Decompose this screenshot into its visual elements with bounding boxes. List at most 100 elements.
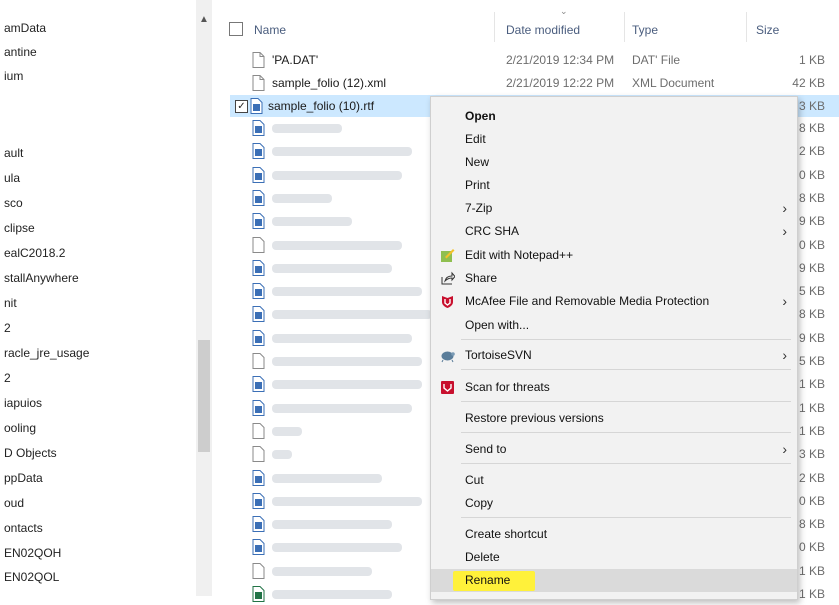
- sort-chevron-icon: ⌄: [560, 6, 568, 16]
- file-size: 0 KB: [798, 237, 825, 252]
- redacted-file-name: [272, 287, 422, 297]
- file-icon: [252, 329, 265, 346]
- file-size: 8 KB: [798, 517, 825, 532]
- redacted-file-name: [272, 170, 402, 180]
- menu-item-copy[interactable]: Copy: [431, 492, 797, 515]
- rtf-file-icon: [250, 98, 263, 114]
- menu-item-crc-sha[interactable]: CRC SHA ›: [431, 220, 797, 243]
- column-header-type[interactable]: Type: [632, 20, 658, 40]
- file-icon: [252, 259, 265, 276]
- menu-item-send-to[interactable]: Send to ›: [431, 438, 797, 461]
- nav-item[interactable]: ppData: [4, 468, 43, 488]
- menu-item-open[interactable]: Open: [431, 105, 797, 128]
- nav-item[interactable]: EN02QOL: [4, 567, 59, 587]
- menu-item-cut[interactable]: Cut: [431, 469, 797, 492]
- nav-item[interactable]: iapuios: [4, 393, 42, 413]
- menu-item-edit-notepad[interactable]: Edit with Notepad++: [431, 244, 797, 267]
- redacted-file-name: [272, 217, 352, 227]
- scrollbar-thumb[interactable]: [198, 340, 210, 452]
- nav-item[interactable]: sco: [4, 193, 23, 213]
- nav-item[interactable]: ontacts: [4, 518, 43, 538]
- column-header-row: ⌄ Name Date modified Type Size: [212, 0, 839, 42]
- file-type: XML Document: [632, 76, 715, 90]
- redacted-file-name: [272, 310, 432, 320]
- nav-item[interactable]: nit: [4, 293, 17, 313]
- file-row[interactable]: 'PA.DAT' 2/21/2019 12:34 PM DAT' File 1 …: [212, 49, 839, 71]
- file-size: 9 KB: [798, 214, 825, 229]
- file-size: 8 KB: [798, 307, 825, 322]
- submenu-arrow-icon: ›: [782, 223, 787, 239]
- file-size: 0 KB: [798, 493, 825, 508]
- column-divider[interactable]: [624, 12, 625, 42]
- row-checkbox[interactable]: ✓: [235, 100, 248, 113]
- column-header-date[interactable]: Date modified: [506, 20, 580, 40]
- menu-item-scan-threats[interactable]: Scan for threats: [431, 376, 797, 399]
- nav-item[interactable]: ooling: [4, 418, 36, 438]
- file-icon: [252, 166, 265, 183]
- menu-item-share[interactable]: Share: [431, 267, 797, 290]
- file-size: 1 KB: [798, 563, 825, 578]
- nav-item[interactable]: oud: [4, 493, 24, 513]
- menu-item-delete[interactable]: Delete: [431, 546, 797, 569]
- file-size: 1 KB: [798, 53, 825, 67]
- file-icon: [252, 516, 265, 533]
- column-header-name[interactable]: Name: [254, 20, 286, 40]
- menu-item-rename[interactable]: Rename: [431, 569, 797, 592]
- nav-item[interactable]: ula: [4, 168, 20, 188]
- file-icon: [252, 562, 265, 579]
- file-icon: [252, 469, 265, 486]
- file-icon: [252, 539, 265, 556]
- menu-item-7zip[interactable]: 7-Zip ›: [431, 197, 797, 220]
- file-size: 2 KB: [798, 470, 825, 485]
- nav-item[interactable]: ealC2018.2: [4, 243, 65, 263]
- redacted-file-name: [272, 193, 332, 203]
- menu-item-open-with[interactable]: Open with...: [431, 314, 797, 337]
- file-icon: [252, 143, 265, 160]
- redacted-file-name: [272, 333, 412, 343]
- menu-item-restore-versions[interactable]: Restore previous versions: [431, 407, 797, 430]
- file-icon: [252, 236, 265, 253]
- file-icon: [252, 399, 265, 416]
- menu-item-print[interactable]: Print: [431, 174, 797, 197]
- nav-item[interactable]: 2: [4, 368, 11, 388]
- column-header-size[interactable]: Size: [756, 20, 779, 40]
- nav-item[interactable]: clipse: [4, 218, 35, 238]
- nav-item[interactable]: stallAnywhere: [4, 268, 79, 288]
- redacted-file-name: [272, 520, 392, 530]
- redacted-file-name: [272, 147, 412, 157]
- file-row[interactable]: sample_folio (12).xml 2/21/2019 12:22 PM…: [212, 72, 839, 94]
- nav-scrollbar[interactable]: ▲: [196, 0, 212, 596]
- navigation-pane: amData antine ium ault ula sco clipse ea…: [0, 0, 196, 596]
- select-all-checkbox[interactable]: [229, 22, 243, 36]
- file-icon: [252, 353, 265, 369]
- nav-item[interactable]: ault: [4, 143, 23, 163]
- file-date: 2/21/2019 12:22 PM: [506, 76, 615, 90]
- menu-item-mcafee[interactable]: McAfee File and Removable Media Protecti…: [431, 290, 797, 313]
- nav-item[interactable]: 2: [4, 318, 11, 338]
- file-size: 1 KB: [798, 423, 825, 438]
- nav-item[interactable]: EN02QOH: [4, 543, 61, 563]
- redacted-file-name: [272, 473, 382, 483]
- nav-item[interactable]: D Objects: [4, 443, 57, 463]
- file-name: 'PA.DAT': [272, 53, 319, 67]
- scroll-up-icon[interactable]: ▲: [199, 14, 209, 25]
- menu-item-new[interactable]: New: [431, 151, 797, 174]
- menu-item-tortoisesvn[interactable]: TortoiseSVN ›: [431, 344, 797, 367]
- menu-item-create-shortcut[interactable]: Create shortcut: [431, 523, 797, 546]
- menu-separator: [461, 432, 791, 433]
- file-size: 1 KB: [798, 377, 825, 392]
- nav-item[interactable]: antine: [4, 42, 37, 62]
- column-divider[interactable]: [746, 12, 747, 42]
- nav-item[interactable]: racle_jre_usage: [4, 343, 89, 363]
- notepad-plus-icon: [441, 249, 455, 262]
- menu-separator: [461, 339, 791, 340]
- nav-item[interactable]: ium: [4, 66, 23, 86]
- context-menu: Open Edit New Print 7-Zip › CRC SHA › Edit…: [430, 96, 798, 600]
- file-size: 3 KB: [798, 447, 825, 462]
- column-divider[interactable]: [494, 12, 495, 42]
- file-icon: [252, 189, 265, 206]
- menu-item-edit[interactable]: Edit: [431, 128, 797, 151]
- nav-item[interactable]: amData: [4, 18, 46, 38]
- menu-separator: [461, 401, 791, 402]
- file-icon: [252, 586, 265, 602]
